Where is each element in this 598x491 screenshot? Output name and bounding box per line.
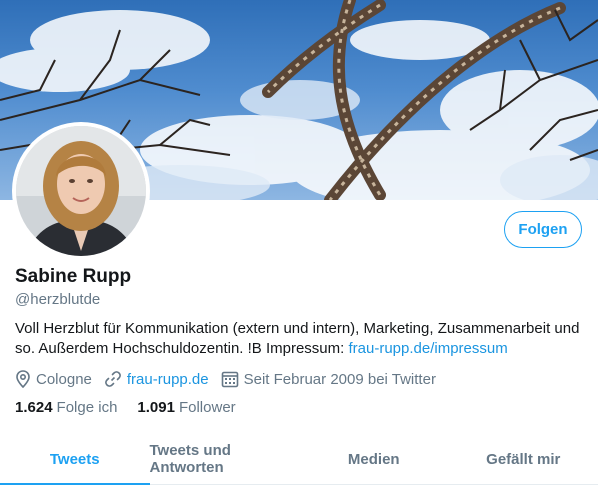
profile-stats: 1.624 Folge ich 1.091 Follower	[15, 399, 256, 416]
profile-handle: @herzblutde	[15, 291, 101, 308]
location-pin-icon	[16, 370, 30, 388]
tab-likes-label: Gefällt mir	[486, 450, 561, 468]
tab-tweets-label: Tweets	[49, 450, 100, 468]
bio-impressum-link[interactable]: frau-rupp.de/impressum	[348, 340, 507, 357]
following-stat[interactable]: 1.624 Folge ich	[15, 399, 117, 416]
profile-tabs: Tweets Tweets und Antworten Medien Gefäl…	[0, 434, 598, 485]
followers-count: 1.091	[137, 399, 175, 416]
location-label: Cologne	[36, 370, 92, 388]
follow-button[interactable]: Folgen	[504, 211, 582, 248]
joined-label: Seit Februar 2009 bei Twitter	[243, 370, 436, 388]
profile-avatar[interactable]	[12, 122, 150, 260]
tab-media[interactable]: Medien	[299, 434, 449, 484]
tab-tweets-and-replies[interactable]: Tweets und Antworten	[150, 434, 300, 484]
followers-stat[interactable]: 1.091 Follower	[137, 399, 235, 416]
link-icon	[104, 371, 121, 387]
profile-bio: Voll Herzblut für Kommunikation (extern …	[15, 319, 587, 359]
location-item: Cologne	[15, 370, 92, 388]
joined-item: Seit Februar 2009 bei Twitter	[221, 370, 436, 388]
tab-likes[interactable]: Gefällt mir	[449, 434, 598, 484]
calendar-icon	[221, 371, 238, 388]
following-label: Folge ich	[56, 399, 118, 416]
tab-tweets[interactable]: Tweets	[0, 434, 150, 485]
profile-name: Sabine Rupp	[15, 266, 132, 287]
following-count: 1.624	[15, 399, 53, 416]
website-link[interactable]: frau-rupp.de	[127, 371, 209, 388]
avatar-portrait	[16, 126, 146, 256]
follow-button-label: Folgen	[518, 221, 568, 238]
followers-label: Follower	[178, 399, 236, 416]
tab-media-label: Medien	[347, 450, 400, 468]
website-item: frau-rupp.de	[104, 370, 209, 388]
tab-tweets-and-replies-label: Tweets und Antworten	[149, 442, 231, 476]
profile-meta: Cologne frau-rupp.de Seit Februar 2009 b…	[15, 369, 448, 389]
